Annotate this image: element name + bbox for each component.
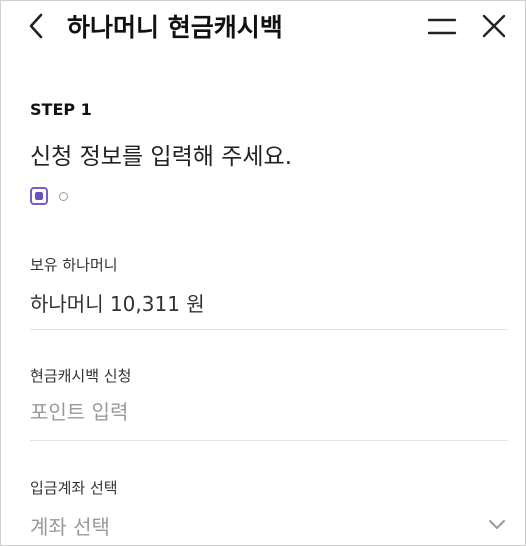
point-input[interactable] — [30, 395, 508, 429]
cashback-field: 현금캐시백 신청 — [30, 365, 508, 441]
balance-label: 보유 하나머니 — [30, 256, 118, 274]
divider — [30, 440, 508, 441]
menu-button[interactable] — [427, 15, 457, 37]
hamburger-menu-icon — [427, 18, 457, 35]
account-label: 입금계좌 선택 — [30, 479, 118, 497]
divider — [30, 329, 508, 330]
account-select[interactable]: 계좌 선택 — [30, 505, 508, 543]
step-description: 신청 정보를 입력해 주세요. — [30, 144, 293, 170]
step-label: STEP 1 — [30, 100, 92, 119]
back-button[interactable] — [25, 11, 53, 41]
account-field: 입금계좌 선택 계좌 선택 — [30, 477, 508, 545]
chevron-down-icon — [489, 520, 505, 529]
step-dot-active — [30, 187, 48, 205]
close-icon — [482, 14, 506, 38]
close-button[interactable] — [481, 13, 507, 39]
page-title: 하나머니 현금캐시백 — [67, 13, 283, 42]
step-dot-inactive — [59, 192, 68, 201]
chevron-left-icon — [29, 13, 43, 39]
top-bar: 하나머니 현금캐시백 — [1, 1, 525, 53]
balance-field: 보유 하나머니 하나머니 10,311 원 — [30, 254, 508, 330]
cashback-label: 현금캐시백 신청 — [30, 367, 132, 385]
account-select-placeholder: 계좌 선택 — [30, 515, 110, 539]
app-window: 하나머니 현금캐시백 STEP 1 신청 정보를 입력해 주세요. 보유 하나머… — [0, 0, 526, 546]
balance-value: 하나머니 10,311 원 — [30, 292, 205, 316]
